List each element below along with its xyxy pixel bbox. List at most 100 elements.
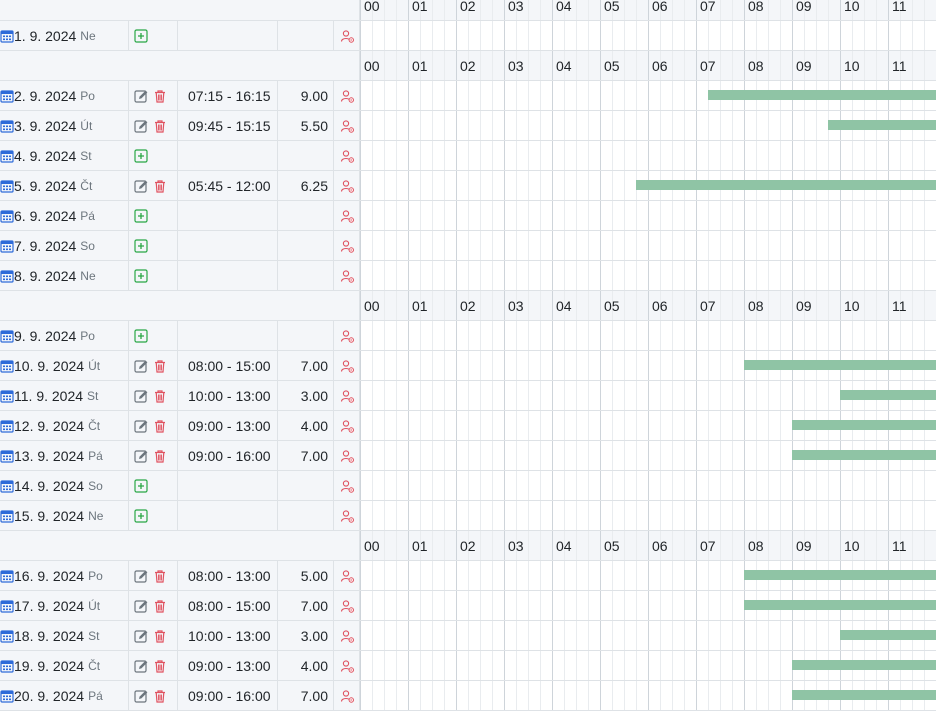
add-shift-icon[interactable]: [134, 508, 148, 523]
hour-gridline: [552, 321, 553, 350]
day-date[interactable]: 7. 9. 2024: [14, 238, 76, 254]
hour-gridline: [648, 501, 649, 530]
user-assign-icon[interactable]: [340, 419, 354, 433]
trash-icon[interactable]: [153, 629, 167, 643]
user-assign-icon[interactable]: [340, 569, 354, 583]
shift-bar[interactable]: [744, 600, 936, 610]
user-assign-icon[interactable]: [340, 89, 354, 103]
date-cell: 9. 9. 2024 Po: [0, 321, 129, 350]
day-date[interactable]: 18. 9. 2024: [14, 628, 84, 644]
calendar-icon: [0, 29, 14, 43]
day-date[interactable]: 4. 9. 2024: [14, 148, 76, 164]
trash-icon[interactable]: [153, 179, 167, 193]
trash-icon[interactable]: [153, 419, 167, 433]
quarter-gridline: [684, 231, 685, 260]
edit-icon[interactable]: [134, 689, 148, 703]
shift-hours: 5.00: [300, 567, 328, 584]
shift-bar[interactable]: [792, 690, 936, 700]
day-date[interactable]: 17. 9. 2024: [14, 598, 84, 614]
user-assign-icon[interactable]: [340, 599, 354, 613]
trash-icon[interactable]: [153, 569, 167, 583]
user-assign-icon[interactable]: [340, 329, 354, 343]
user-assign-icon[interactable]: [340, 269, 354, 283]
user-assign-icon[interactable]: [340, 629, 354, 643]
day-date[interactable]: 11. 9. 2024: [14, 388, 83, 404]
trash-icon[interactable]: [153, 689, 167, 703]
shift-bar[interactable]: [828, 120, 936, 130]
edit-icon[interactable]: [134, 389, 148, 403]
user-assign-icon[interactable]: [340, 119, 354, 133]
user-assign-icon[interactable]: [340, 689, 354, 703]
user-assign-icon[interactable]: [340, 389, 354, 403]
user-assign-icon[interactable]: [340, 209, 354, 223]
edit-icon[interactable]: [134, 659, 148, 673]
day-date[interactable]: 19. 9. 2024: [14, 658, 84, 674]
day-date[interactable]: 6. 9. 2024: [14, 208, 76, 224]
edit-icon[interactable]: [134, 119, 148, 133]
hour-gridline: [648, 381, 649, 410]
add-shift-icon[interactable]: [134, 328, 148, 343]
add-shift-icon[interactable]: [134, 478, 148, 493]
quarter-gridline: [576, 291, 577, 320]
user-assign-icon[interactable]: [340, 659, 354, 673]
user-assign-icon[interactable]: [340, 179, 354, 193]
add-shift-icon[interactable]: [134, 268, 148, 283]
day-row: 3. 9. 2024 Út 09:45 - 15:15 5.50: [0, 111, 936, 141]
quarter-gridline: [708, 231, 709, 260]
trash-icon[interactable]: [153, 359, 167, 373]
add-shift-icon[interactable]: [134, 148, 148, 163]
hour-label: 11: [892, 537, 907, 554]
shift-bar[interactable]: [840, 390, 936, 400]
edit-icon[interactable]: [134, 449, 148, 463]
shift-bar[interactable]: [840, 630, 936, 640]
user-assign-icon[interactable]: [340, 449, 354, 463]
day-date[interactable]: 14. 9. 2024: [14, 478, 84, 494]
user-assign-icon[interactable]: [340, 479, 354, 493]
trash-icon[interactable]: [153, 389, 167, 403]
day-date[interactable]: 16. 9. 2024: [14, 568, 84, 584]
day-date[interactable]: 12. 9. 2024: [14, 418, 84, 434]
add-shift-icon[interactable]: [134, 238, 148, 253]
shift-bar[interactable]: [744, 570, 936, 580]
trash-icon[interactable]: [153, 89, 167, 103]
trash-icon[interactable]: [153, 119, 167, 133]
trash-icon[interactable]: [153, 599, 167, 613]
shift-bar[interactable]: [792, 450, 936, 460]
trash-icon[interactable]: [153, 449, 167, 463]
day-date[interactable]: 13. 9. 2024: [14, 448, 84, 464]
edit-icon[interactable]: [134, 419, 148, 433]
user-assign-icon[interactable]: [340, 29, 354, 43]
shift-bar[interactable]: [792, 420, 936, 430]
add-shift-icon[interactable]: [134, 208, 148, 223]
day-date[interactable]: 8. 9. 2024: [14, 268, 76, 284]
quarter-gridline: [612, 501, 613, 530]
day-date[interactable]: 2. 9. 2024: [14, 88, 76, 104]
trash-icon[interactable]: [153, 659, 167, 673]
edit-icon[interactable]: [134, 629, 148, 643]
user-assign-icon[interactable]: [340, 239, 354, 253]
quarter-gridline: [768, 381, 769, 410]
edit-icon[interactable]: [134, 599, 148, 613]
date-cell: 2. 9. 2024 Po: [0, 81, 129, 110]
edit-icon[interactable]: [134, 179, 148, 193]
day-date[interactable]: 1. 9. 2024: [14, 28, 76, 44]
shift-bar[interactable]: [792, 660, 936, 670]
day-date[interactable]: 20. 9. 2024: [14, 688, 84, 704]
shift-bar[interactable]: [636, 180, 936, 190]
day-date[interactable]: 15. 9. 2024: [14, 508, 84, 524]
user-assign-icon[interactable]: [340, 149, 354, 163]
day-date[interactable]: 5. 9. 2024: [14, 178, 76, 194]
user-assign-icon[interactable]: [340, 359, 354, 373]
time-range-cell: [178, 471, 278, 500]
user-assign-icon[interactable]: [340, 509, 354, 523]
add-shift-icon[interactable]: [134, 28, 148, 43]
edit-icon[interactable]: [134, 569, 148, 583]
edit-icon[interactable]: [134, 359, 148, 373]
quarter-gridline: [492, 471, 493, 500]
day-date[interactable]: 10. 9. 2024: [14, 358, 84, 374]
edit-icon[interactable]: [134, 89, 148, 103]
shift-bar[interactable]: [744, 360, 936, 370]
day-date[interactable]: 9. 9. 2024: [14, 328, 76, 344]
shift-bar[interactable]: [708, 90, 936, 100]
day-date[interactable]: 3. 9. 2024: [14, 118, 76, 134]
